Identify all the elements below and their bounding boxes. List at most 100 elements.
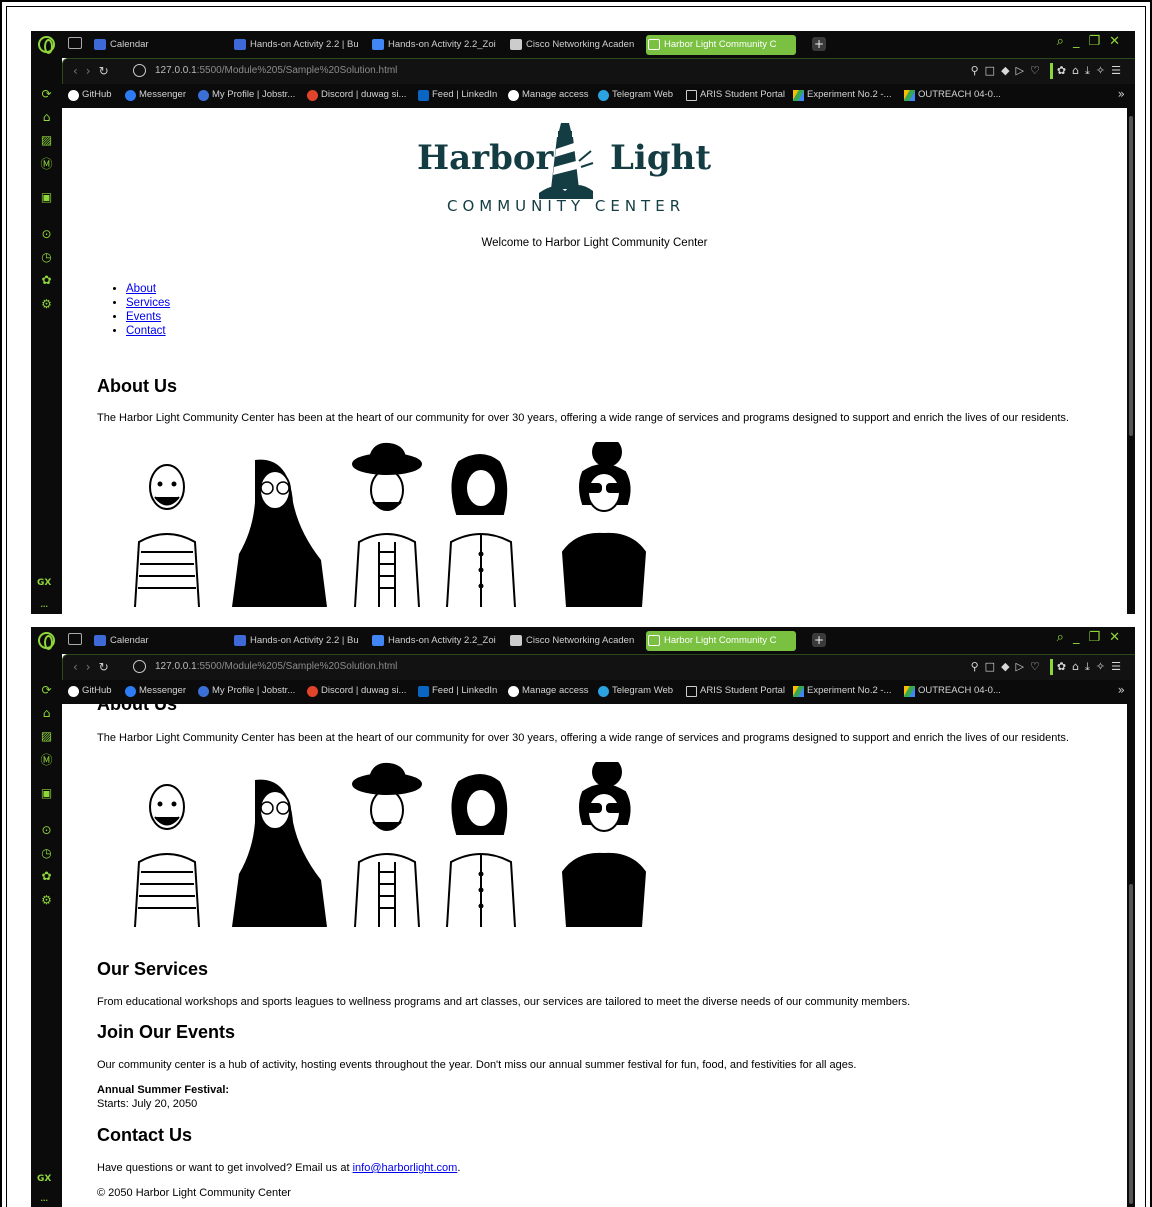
contact-email-link[interactable]: info@harborlight.com [353,1162,458,1174]
page-icon [686,686,697,697]
more-icon[interactable]: ... [40,1191,48,1204]
bookmark-label: Telegram Web [612,89,674,100]
site-info-icon[interactable] [133,64,146,77]
bookmark-github[interactable]: GitHub [68,685,112,697]
extensions-icon[interactable]: ✿ [40,870,53,883]
bookmark-outreach[interactable]: OUTREACH 04-0... [904,685,1001,697]
nav-item: Services [126,296,170,310]
address-bar-actions[interactable]: ⚲□◆▷♡ ✿⌂⤓✧☰ [971,63,1127,79]
bookmark-label: OUTREACH 04-0... [918,89,1001,100]
bookmark-aris[interactable]: ARIS Student Portal [686,89,785,101]
tab-label: Hands-on Activity 2.2 | Bu [250,39,359,50]
bookmark-github[interactable]: GitHub [68,89,112,101]
bookmark-manage-access[interactable]: Manage access [508,685,589,697]
bookmark-discord[interactable]: Discord | duwag si... [307,685,406,697]
bookmark-outreach[interactable]: OUTREACH 04-0... [904,89,1001,101]
bookmark-label: Manage access [522,685,589,696]
cisco-icon [510,39,522,50]
tab-island-icon[interactable] [68,633,82,645]
gx-label[interactable]: GX [37,578,51,588]
scroll-thumb[interactable] [1129,116,1133,436]
nav-link-services[interactable]: Services [126,297,170,309]
address-bar: ‹›↻ 127.0.0.1:5500/Module%205/Sample%20S… [62,58,1135,84]
about-text: The Harbor Light Community Center has be… [97,412,1069,424]
nav-buttons[interactable]: ‹›↻ [73,64,117,78]
tab-harbor-light[interactable]: Harbor Light Community C [646,631,796,651]
bookmark-experiment[interactable]: Experiment No.2 -... [793,685,891,697]
opera-logo-icon[interactable] [38,36,55,54]
mods-icon[interactable]: ▨ [40,134,53,147]
m-app-icon[interactable]: Ⓜ [40,754,53,767]
bookmark-linkedin[interactable]: Feed | LinkedIn [418,89,497,101]
pinboard-icon[interactable]: ⌂ [40,111,53,124]
speed-dial-icon[interactable]: ⟳ [40,684,53,697]
nav-link-contact[interactable]: Contact [126,325,166,337]
history-icon[interactable]: ◷ [40,847,53,860]
url-field[interactable]: 127.0.0.1:5500/Module%205/Sample%20Solut… [155,661,397,672]
bookmark-label: Feed | LinkedIn [432,685,498,696]
github-icon [508,686,519,697]
history-icon[interactable]: ◷ [40,251,53,264]
about-text: The Harbor Light Community Center has be… [97,732,1069,744]
new-tab-button[interactable]: + [812,37,826,51]
mods-icon[interactable]: ▨ [40,730,53,743]
scrollbar[interactable] [1127,704,1135,1207]
url-field[interactable]: 127.0.0.1:5500/Module%205/Sample%20Solut… [155,65,397,76]
bookmark-experiment[interactable]: Experiment No.2 -... [793,89,891,101]
bookmark-messenger[interactable]: Messenger [125,89,186,101]
bookmark-discord[interactable]: Discord | duwag si... [307,89,406,101]
extensions-icon[interactable]: ✿ [40,274,53,287]
bookmarks-more-icon[interactable]: » [1118,683,1125,697]
bookmark-linkedin[interactable]: Feed | LinkedIn [418,685,498,697]
tab-harbor-light[interactable]: Harbor Light Community C [646,35,796,55]
tab-label: Hands-on Activity 2.2 | Bu [250,635,359,646]
tab-hands-on-1[interactable]: Hands-on Activity 2.2 | Bu [232,631,362,651]
player-icon[interactable]: ⊙ [40,228,53,241]
nav-link-events[interactable]: Events [126,311,161,323]
bookmark-messenger[interactable]: Messenger [125,685,186,697]
bookmark-telegram[interactable]: Telegram Web [598,685,673,697]
person-4 [446,454,516,607]
window-controls[interactable]: ⌕_❐✕ [1057,630,1129,645]
tab-calendar[interactable]: Calendar [92,631,212,651]
github-icon [68,90,79,101]
site-info-icon[interactable] [133,660,146,673]
gx-label[interactable]: GX [37,1174,51,1184]
bookmarks-more-icon[interactable]: » [1118,87,1125,101]
window-controls[interactable]: ⌕_❐✕ [1057,34,1129,49]
tab-label: Hands-on Activity 2.2_Zoi [388,635,496,646]
settings-icon[interactable]: ⚙ [40,894,53,907]
nav-link-about[interactable]: About [126,283,156,295]
m-app-icon[interactable]: Ⓜ [40,158,53,171]
bookmark-telegram[interactable]: Telegram Web [598,89,674,101]
tab-cisco[interactable]: Cisco Networking Acaden [508,631,638,651]
person-1 [134,784,200,927]
player-icon[interactable]: ⊙ [40,824,53,837]
url-path: :5500/Module%205/Sample%20Solution.html [196,65,398,76]
linkedin-icon [418,90,429,101]
nav-buttons[interactable]: ‹›↻ [73,660,117,674]
browser-window-top: ⟳ ⌂ ▨ Ⓜ ▣ ⊙ ◷ ✿ ⚙ GX ... Calendar Hands-… [31,31,1135,614]
settings-icon[interactable]: ⚙ [40,298,53,311]
more-icon[interactable]: ... [40,597,48,610]
new-tab-button[interactable]: + [812,633,826,647]
twitch-icon[interactable]: ▣ [40,787,53,800]
tab-hands-on-1[interactable]: Hands-on Activity 2.2 | Bu [232,35,362,55]
bookmark-jobstreet[interactable]: My Profile | Jobstr... [198,685,295,697]
twitch-icon[interactable]: ▣ [40,191,53,204]
opera-logo-icon[interactable] [38,632,55,650]
bookmark-aris[interactable]: ARIS Student Portal [686,685,785,697]
discord-icon [307,686,318,697]
tab-hands-on-2[interactable]: Hands-on Activity 2.2_Zoi [370,631,500,651]
tab-cisco[interactable]: Cisco Networking Acaden [508,35,638,55]
tab-calendar[interactable]: Calendar [92,35,212,55]
bookmark-jobstreet[interactable]: My Profile | Jobstr... [198,89,295,101]
address-bar-actions[interactable]: ⚲□◆▷♡ ✿⌂⤓✧☰ [971,659,1127,675]
scroll-thumb[interactable] [1129,884,1133,1204]
pinboard-icon[interactable]: ⌂ [40,707,53,720]
speed-dial-icon[interactable]: ⟳ [40,88,53,101]
scrollbar[interactable] [1127,108,1135,614]
tab-island-icon[interactable] [68,37,82,49]
bookmark-manage-access[interactable]: Manage access [508,89,589,101]
tab-hands-on-2[interactable]: Hands-on Activity 2.2_Zoi [370,35,500,55]
